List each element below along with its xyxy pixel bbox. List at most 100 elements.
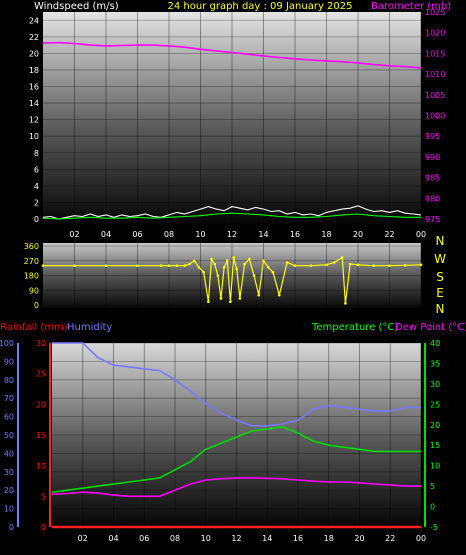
temperature-tick-label: 15 — [430, 441, 440, 450]
wind-direction-point — [252, 274, 256, 277]
wind-direction-point — [235, 267, 239, 271]
direction-tick-label: 360 — [24, 242, 39, 251]
temperature-axis-title: Temperature (°C) — [311, 322, 398, 333]
panel1-x-ticks: 02 04 06 08 10 12 14 16 18 20 22 00 — [69, 230, 426, 239]
barometer-tick-label: 1010 — [425, 70, 445, 79]
x-tick-label: 14 — [258, 230, 268, 239]
humidity-tick-label: 40 — [4, 449, 14, 458]
windspeed-tick-label: 4 — [34, 182, 39, 191]
wind-direction-point — [213, 262, 216, 266]
rainfall-tick-label: 20 — [36, 400, 46, 409]
windspeed-tick-label: 24 — [29, 16, 39, 25]
humidity-tick-label: 60 — [4, 413, 14, 422]
dew-point-axis-title: Dew Point (°C) — [395, 322, 466, 333]
wind-direction-point — [225, 259, 229, 263]
barometer-tick-label: 975 — [425, 215, 440, 224]
rainfall-tick-label: 25 — [36, 370, 46, 379]
humidity-tick-label: 0 — [9, 523, 14, 532]
x-tick-label: 18 — [324, 534, 334, 543]
x-tick-label: 20 — [353, 230, 363, 239]
wind-direction-point — [388, 264, 391, 267]
windspeed-tick-label: 16 — [29, 83, 39, 92]
temperature-tick-label: 0 — [430, 503, 435, 512]
compass-letter: N — [436, 234, 445, 248]
temperature-tick-label: 30 — [430, 380, 440, 389]
windspeed-tick-label: 6 — [34, 165, 39, 174]
wind-direction-point — [271, 270, 275, 274]
windspeed-tick-label: 2 — [34, 198, 39, 207]
wind-direction-point — [257, 293, 261, 297]
humidity-tick-label: 10 — [4, 505, 14, 514]
windspeed-tick-label: 22 — [29, 33, 39, 42]
compass-letter: N — [436, 302, 445, 316]
wind-direction-point — [372, 264, 376, 267]
rainfall-tick-label: 15 — [36, 431, 46, 440]
x-tick-label: 20 — [354, 534, 364, 543]
x-tick-label: 22 — [385, 534, 395, 543]
windspeed-tick-label: 12 — [29, 116, 39, 125]
wind-direction-point — [403, 264, 407, 267]
wind-direction-point — [210, 257, 213, 261]
humidity-tick-label: 30 — [4, 468, 14, 477]
wind-direction-point — [344, 302, 347, 305]
wind-direction-point — [232, 256, 235, 259]
barometer-tick-label: 995 — [425, 132, 440, 141]
humidity-axis-title: Humidity — [67, 322, 112, 333]
humidity-tick-label: 100 — [0, 339, 14, 348]
wind-direction-point — [325, 263, 328, 267]
wind-direction-point — [348, 262, 352, 266]
direction-tick-label: 270 — [24, 257, 39, 266]
barometer-tick-label: 1025 — [425, 8, 445, 17]
x-tick-label: 14 — [262, 534, 272, 543]
wind-direction-point — [333, 261, 336, 264]
temperature-tick-label: -5 — [430, 523, 438, 532]
wind-direction-point — [136, 264, 139, 267]
direction-tick-label: 180 — [24, 272, 39, 281]
compass-letter: W — [434, 252, 446, 266]
windspeed-tick-label: 18 — [29, 66, 39, 75]
barometer-tick-label: 1020 — [425, 29, 445, 38]
x-tick-label: 00 — [416, 230, 426, 239]
direction-tick-label: 0 — [34, 301, 39, 310]
barometer-tick-label: 1015 — [425, 49, 445, 58]
wind-direction-point — [266, 266, 270, 269]
x-tick-label: 04 — [108, 534, 118, 543]
x-tick-label: 22 — [384, 230, 394, 239]
rainfall-axis-title: Rainfall (mm) — [0, 322, 68, 333]
windspeed-axis-ticks: 024681012141618202224 — [29, 16, 39, 224]
wind-direction-point — [188, 262, 191, 266]
temperature-tick-label: 5 — [430, 482, 435, 491]
wind-direction-point — [202, 270, 205, 274]
direction-tick-label: 90 — [29, 286, 39, 295]
windspeed-tick-label: 8 — [34, 149, 39, 158]
windspeed-tick-label: 14 — [29, 99, 39, 108]
x-tick-label: 00 — [416, 534, 426, 543]
wind-direction-point — [277, 293, 281, 297]
wind-direction-point — [207, 300, 210, 304]
wind-direction-point — [183, 264, 187, 267]
wind-direction-point — [262, 259, 265, 263]
wind-direction-point — [222, 266, 226, 269]
x-tick-label: 02 — [78, 534, 88, 543]
barometer-axis-ticks: 975 980 985 990 995 1000 1005 1010 1015 1020 1025 — [425, 8, 445, 224]
x-tick-label: 16 — [290, 230, 300, 239]
x-tick-label: 06 — [139, 534, 149, 543]
barometer-tick-label: 985 — [425, 174, 440, 183]
rainfall-tick-label: 10 — [36, 462, 46, 471]
barometer-tick-label: 1005 — [425, 91, 445, 100]
wind-direction-point — [309, 264, 313, 267]
wind-direction-point — [175, 264, 179, 267]
x-tick-label: 08 — [170, 534, 180, 543]
temperature-tick-label: 35 — [430, 359, 440, 368]
windspeed-tick-label: 0 — [34, 215, 39, 224]
humidity-tick-label: 80 — [4, 376, 14, 385]
temperature-tick-label: 10 — [430, 462, 440, 471]
wind-direction-point — [73, 264, 76, 267]
temperature-tick-label: 25 — [430, 400, 440, 409]
rainfall-tick-label: 0 — [41, 523, 46, 532]
x-tick-label: 12 — [231, 534, 241, 543]
wind-direction-point — [238, 297, 242, 300]
humidity-tick-label: 90 — [4, 357, 14, 366]
compass-letter: S — [436, 270, 444, 284]
x-tick-label: 06 — [132, 230, 142, 239]
